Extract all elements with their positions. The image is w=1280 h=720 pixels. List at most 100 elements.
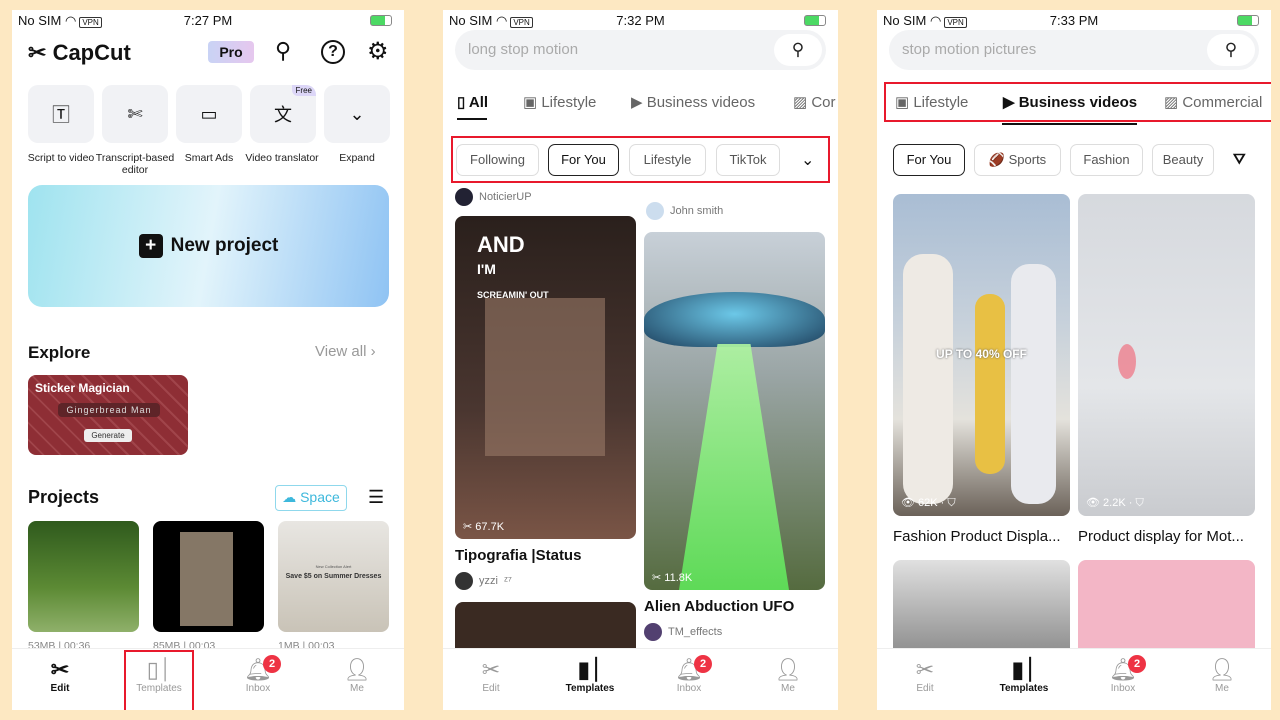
chip-sports[interactable]: 🏈 Sports [974,144,1061,176]
highlight-chips [451,136,830,183]
card-title: Sticker Magician [35,381,130,395]
bottom-nav: ✂ Edit ▮⏐ Templates 🔔︎ Inbox 2 👤︎ Me [443,648,838,710]
cloud-icon: ☁ [282,489,297,505]
search-icon[interactable]: ⚲ [275,38,291,64]
tool-label: Expand [339,152,375,164]
bottom-nav: ✂ Edit ▮⏐ Templates 🔔︎ Inbox 2 👤︎ Me [877,648,1271,710]
template-thumbnail[interactable]: ✂ 11.8K [644,232,825,590]
battery-icon [370,15,392,26]
card-author: NoticierUP [455,188,532,206]
nav-inbox[interactable]: 🔔︎ Inbox 2 [1088,655,1158,694]
nav-edit[interactable]: ✂ Edit [25,657,95,694]
sticker-magician-card[interactable]: Sticker Magician Gingerbread Man Generat… [28,375,188,455]
scissors-icon: ✂ [915,657,935,682]
uses-count: ✂ 11.8K [652,572,693,584]
tab-underline [1002,123,1137,125]
search-icon[interactable]: ⚲ [774,34,822,66]
nav-me[interactable]: 👤︎ Me [322,657,392,694]
search-icon[interactable]: ⚲ [1207,34,1255,66]
nav-inbox[interactable]: 🔔︎ Inbox 2 [223,655,293,694]
person-icon: 👤︎ [774,657,802,682]
nav-me[interactable]: 👤︎ Me [753,657,823,694]
highlight-tabs [884,82,1271,122]
tool-label: Transcript-based editor [95,152,175,176]
project-thumbnail[interactable] [153,521,264,632]
nav-edit[interactable]: ✂ Edit [890,657,960,694]
chip-fashion[interactable]: Fashion [1070,144,1143,176]
uses-count: ✂ 67.7K [463,521,505,533]
help-icon[interactable]: ? [321,40,345,64]
scissors-icon: ✂ [50,657,70,682]
person-icon: 👤︎ [343,657,371,682]
thumb-overlay: UP TO 40% OFF [936,347,1027,361]
bottom-nav: ✂ Edit ▯⏐ Templates 🔔︎ Inbox 2 👤︎ Me [12,648,404,710]
search-input[interactable]: long stop motion ⚲ [455,30,826,70]
bell-icon: 🔔︎ [1109,657,1137,682]
eye-icon: 👁︎ [1086,497,1100,509]
template-title[interactable]: Fashion Product Displa... [893,528,1061,545]
generate-button[interactable]: Generate [84,429,132,442]
scissors-icon: ✂ [481,657,501,682]
shield-icon: ⛉ [947,497,956,509]
tool-expand[interactable]: ⌄ [324,85,390,143]
clock: 7:27 PM [183,13,233,28]
tab-business-videos[interactable]: ▶ Business videos [631,93,755,111]
tool-label: Video translator [245,152,319,164]
text-ai-icon: 🅃 [52,105,70,125]
search-input[interactable]: stop motion pictures ⚲ [889,30,1259,70]
views-count: 👁︎ 62K · ⛉ [901,497,956,509]
space-button[interactable]: ☁ Space [275,485,347,511]
tool-smart-ads[interactable]: ▭ [176,85,242,143]
thumb-caption: Save $5 on Summer Dresses [285,573,382,580]
tab-all[interactable]: ▯ All [457,93,488,111]
bell-icon: 🔔︎ [244,657,272,682]
new-project-button[interactable]: + New project [28,185,389,307]
template-title[interactable]: Tipografia |Status [455,547,581,564]
template-title[interactable]: Alien Abduction UFO [644,598,794,615]
nav-me[interactable]: 👤︎ Me [1187,657,1257,694]
bell-icon: 🔔︎ [675,657,703,682]
template-thumbnail[interactable] [1078,560,1255,660]
translate-icon: 文 [274,105,292,125]
explore-heading: Explore [28,343,91,362]
filter-icon[interactable]: ⛛ [1233,151,1246,168]
templates-screen: No SIM ◠ VPN 7:32 PM long stop motion ⚲ ▯ … [443,10,838,710]
status-bar: No SIM ◠ VPN 7:33 PM [883,13,1265,29]
tab-lifestyle[interactable]: ▣ Lifestyle [523,93,596,111]
template-title[interactable]: Product display for Mot... [1078,528,1244,545]
template-thumbnail[interactable]: UP TO 40% OFF 👁︎ 62K · ⛉ [893,194,1070,516]
business-videos-screen: No SIM ◠ VPN 7:33 PM stop motion pictures… [877,10,1271,710]
person-icon: 👤︎ [1208,657,1236,682]
tool-transcript-editor[interactable]: ✄ [102,85,168,143]
football-icon: 🏈 [988,152,1005,167]
view-all-link[interactable]: View all › [315,343,376,360]
tool-video-translator[interactable]: 文 Free [250,85,316,143]
logo-text: CapCut [52,40,131,65]
project-thumbnail[interactable]: New Collection Alert Save $5 on Summer D… [278,521,389,632]
card-author: John smith [646,202,723,220]
template-thumbnail[interactable] [893,560,1070,660]
capcut-logo: ✂ CapCut [28,40,131,66]
gear-icon[interactable]: ⚙ [367,37,389,66]
tab-commercial[interactable]: ▨ Cor [793,93,836,111]
nav-templates[interactable]: ▮⏐ Templates [555,657,625,694]
inbox-badge: 2 [694,655,712,673]
template-thumbnail[interactable]: AND I'M SCREAMIN' OUT ✂ 67.7K [455,216,636,539]
battery-icon [804,15,826,26]
tool-script-to-video[interactable]: 🅃 [28,85,94,143]
project-thumbnail[interactable] [28,521,139,632]
nav-templates[interactable]: ▮⏐ Templates [989,657,1059,694]
templates-icon: ▮⏐ [577,657,603,682]
templates-icon: ▮⏐ [1011,657,1037,682]
tool-label: Smart Ads [184,152,234,164]
nav-edit[interactable]: ✂ Edit [456,657,526,694]
view-all-label: View all [315,343,367,360]
prompt-field: Gingerbread Man [58,403,160,417]
nav-inbox[interactable]: 🔔︎ Inbox 2 [654,655,724,694]
chip-for-you[interactable]: For You [893,144,965,176]
projects-heading: Projects [28,487,100,507]
sort-edit-icon[interactable]: ☰ [368,487,384,508]
chip-beauty[interactable]: Beauty [1152,144,1214,176]
pro-button[interactable]: Pro [208,41,254,63]
template-thumbnail[interactable]: 👁︎ 2.2K · ⛉ [1078,194,1255,516]
